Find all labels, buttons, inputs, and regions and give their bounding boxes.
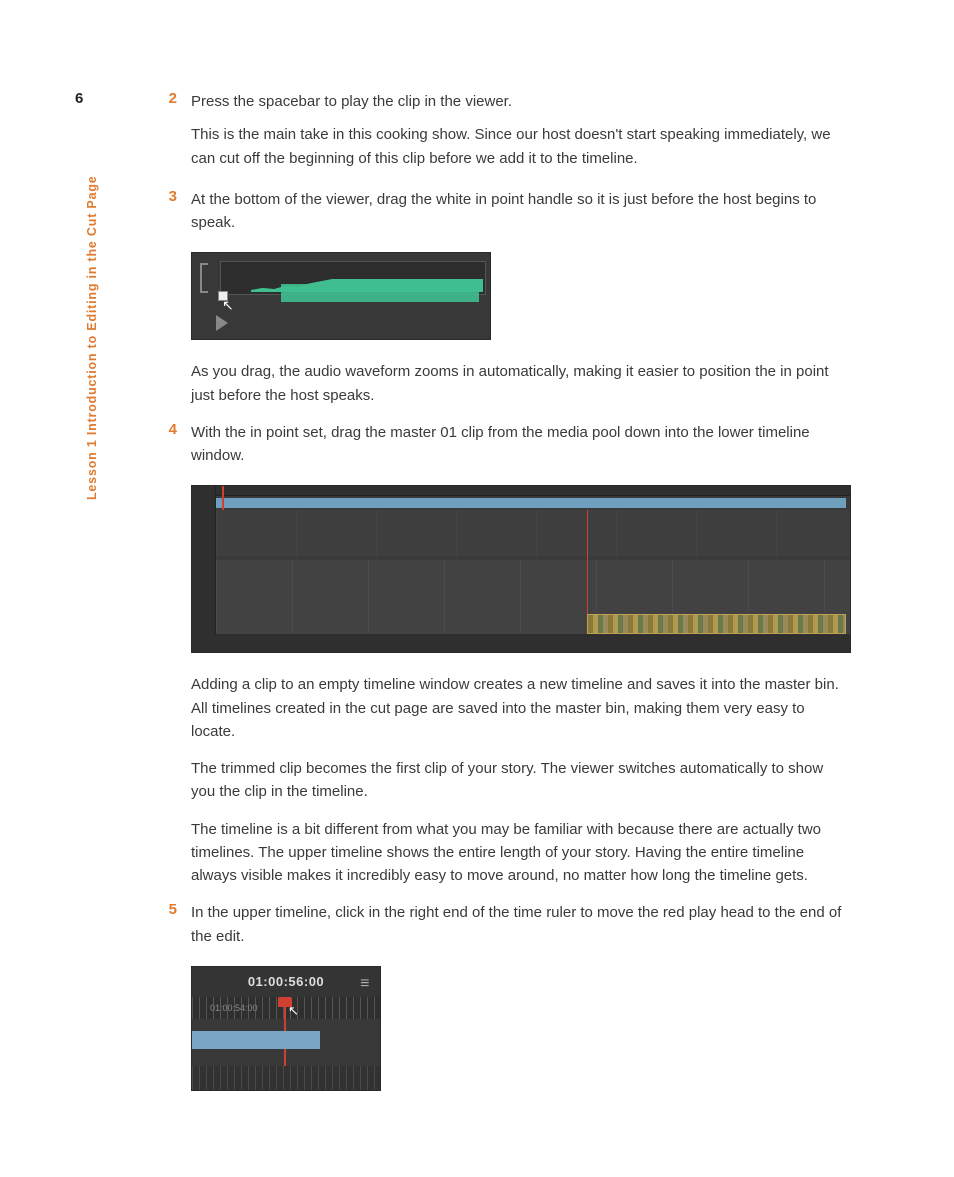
step-text: At the bottom of the viewer, drag the wh… — [191, 188, 845, 235]
viewer-strip — [220, 261, 486, 295]
step-number: 4 — [155, 421, 191, 478]
page-number: 6 — [75, 90, 83, 107]
play-icon — [216, 315, 228, 331]
step-number: 5 — [155, 901, 191, 958]
video-clip-thumbnail-strip[interactable] — [587, 614, 846, 634]
step-2: 2 Press the spacebar to play the clip in… — [155, 90, 845, 180]
step-number: 3 — [155, 188, 191, 245]
step-5: 5 In the upper timeline, click in the ri… — [155, 901, 845, 958]
upper-time-ruler[interactable] — [216, 486, 850, 496]
grid-lines — [216, 510, 850, 556]
timeline-clip-bar[interactable] — [192, 1031, 320, 1049]
step-4: 4 With the in point set, drag the master… — [155, 421, 845, 478]
upper-timeline[interactable] — [216, 510, 850, 556]
timecode-value: 01:00:56:00 — [248, 974, 324, 989]
timeline-sidebar — [192, 486, 216, 652]
timecode-display: 01:00:56:00 ≡ — [192, 967, 380, 997]
audio-waveform-peaks — [251, 270, 483, 292]
ruler-tick-label: 01:00:54:00 — [210, 1003, 258, 1013]
chapter-sidebar-label: Lesson 1 Introduction to Editing in the … — [85, 175, 99, 500]
body-paragraph: As you drag, the audio waveform zooms in… — [191, 360, 845, 407]
body-paragraph: The trimmed clip becomes the first clip … — [191, 757, 845, 804]
playhead-marker[interactable] — [222, 486, 224, 510]
body-paragraph: The timeline is a bit different from wha… — [191, 818, 845, 888]
body-paragraph: Adding a clip to an empty timeline windo… — [191, 673, 845, 743]
figure-timeline-window — [191, 485, 845, 653]
upper-timeline-track — [216, 498, 846, 508]
step-text: This is the main take in this cooking sh… — [191, 123, 845, 170]
figure-waveform-viewer: ↖ — [191, 252, 845, 340]
step-number: 2 — [155, 90, 191, 180]
step-text: With the in point set, drag the master 0… — [191, 421, 845, 468]
figure-upper-timeline-ruler: 01:00:56:00 ≡ 01:00:54:00 ↖ — [191, 966, 845, 1091]
cursor-icon: ↖ — [222, 297, 234, 314]
timeline-footer — [192, 634, 850, 652]
step-text: In the upper timeline, click in the righ… — [191, 901, 845, 948]
in-point-bracket-icon — [200, 263, 208, 293]
step-text: Press the spacebar to play the clip in t… — [191, 90, 845, 113]
lower-ruler — [192, 1066, 380, 1090]
menu-icon[interactable]: ≡ — [360, 975, 370, 993]
cursor-icon: ↖ — [288, 1003, 299, 1019]
step-3: 3 At the bottom of the viewer, drag the … — [155, 188, 845, 245]
